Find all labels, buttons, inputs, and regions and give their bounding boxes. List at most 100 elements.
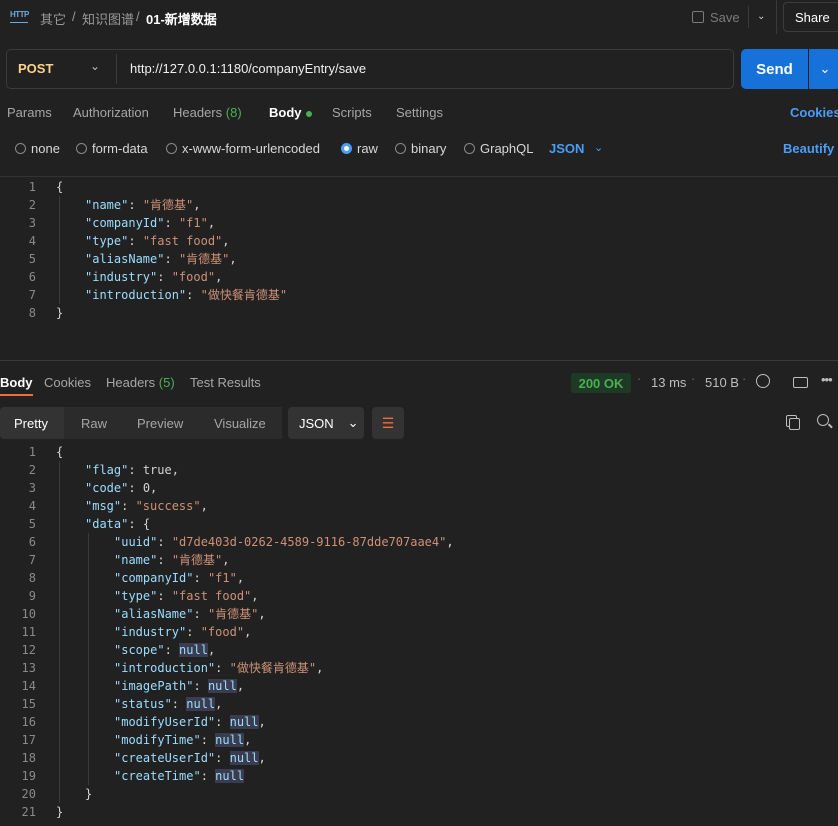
json-key: "modifyTime" [114,733,201,747]
json-value: "做快餐肯德基" [200,288,288,302]
radio-circle-icon [15,143,26,154]
line-number: 4 [28,234,36,248]
response-tab-headers[interactable]: Headers (5) [106,375,175,390]
send-button-label: Send [756,60,793,78]
line-number: 9 [28,589,36,603]
radio-graphql[interactable]: GraphQL [464,141,533,156]
json-comma: , [222,234,230,248]
url-input[interactable]: http://127.0.0.1:1180/companyEntry/save [130,61,366,76]
body-format-select[interactable]: JSON [549,141,584,156]
save-options-chevron-icon[interactable]: ⌄ [757,11,765,22]
wrap-lines-icon[interactable]: ☰ [372,407,404,439]
body-active-dot-icon [305,110,312,117]
tab-headers-label: Headers [173,105,223,120]
line-number: 5 [28,517,36,531]
more-options-icon[interactable]: ••• [821,372,833,387]
code-text: "modifyTime": null, [114,731,251,749]
json-comma: , [200,499,208,513]
radio-urlencoded[interactable]: x-www-form-urlencoded [166,141,320,156]
method-chevron-down-icon[interactable]: ⌄ [90,59,100,73]
divider [776,0,777,34]
line-number: 16 [21,715,36,729]
separator-dot: · [691,371,696,386]
json-colon: : [164,216,179,230]
tab-scripts[interactable]: Scripts [332,105,372,120]
save-response-icon[interactable] [793,377,808,388]
code-text: "code": 0, [85,479,157,497]
response-tab-cookies[interactable]: Cookies [44,375,91,390]
tab-settings[interactable]: Settings [396,105,443,120]
json-brace: { [56,180,64,194]
response-format-label: JSON [299,415,334,431]
json-colon: : [215,661,230,675]
json-key: "type" [114,589,158,603]
line-number: 21 [21,805,36,819]
globe-icon[interactable] [756,374,770,388]
send-button[interactable]: Send [741,49,808,89]
json-comma: , [207,643,216,657]
view-visualize[interactable]: Visualize [200,407,280,439]
response-tab-body[interactable]: Body [0,375,33,396]
response-tab-test-results[interactable]: Test Results [190,375,261,390]
response-format-select[interactable]: JSON ⌄ [288,407,364,439]
body-format-chevron-down-icon[interactable]: ⌄ [594,141,603,154]
code-text: } [85,785,92,803]
radio-label: GraphQL [480,141,534,156]
view-preview[interactable]: Preview [123,407,197,439]
json-key: "introduction" [114,661,216,675]
json-key: "msg" [85,499,122,513]
radio-none[interactable]: none [15,141,60,156]
json-colon: : [186,288,201,302]
line-number: 8 [28,306,36,320]
json-comma: , [229,252,237,266]
breadcrumb-item-knowledge-graph[interactable]: 知识图谱 [82,9,134,28]
tab-headers[interactable]: Headers (8) [173,105,242,120]
json-key: "companyId" [85,216,165,230]
breadcrumb-item-other[interactable]: 其它 [40,9,66,28]
code-text: "aliasName": "肯德基", [85,250,237,268]
view-raw[interactable]: Raw [67,407,121,439]
json-colon: : [157,535,172,549]
separator-dot: · [742,371,747,386]
json-key: "name" [114,553,158,567]
code-text: "industry": "food", [85,268,222,286]
method-select[interactable]: POST [18,61,53,76]
json-colon: : [157,270,172,284]
json-colon: : [193,679,208,693]
json-comma: , [316,661,324,675]
json-key: "flag" [85,463,129,477]
response-body-viewer[interactable]: 1 {2 "flag": true, 3 "code": 0, 4 "msg": "succ… [0,443,838,826]
view-pretty[interactable]: Pretty [0,407,64,439]
response-size[interactable]: 510 B [705,375,739,390]
code-text: "imagePath": null, [114,677,244,695]
json-comma: , [215,697,223,711]
response-time[interactable]: 13 ms [651,375,686,390]
radio-binary[interactable]: binary [395,141,446,156]
share-button[interactable]: Share [783,2,838,32]
code-text: "msg": "success", [85,497,208,515]
request-body-editor[interactable]: 1 {2 "name": "肯德基", 3 "companyId": "f1", 4 "ty… [0,178,838,328]
status-badge[interactable]: 200 OK [571,373,631,393]
cookies-link[interactable]: Cookies [790,105,838,120]
tab-params[interactable]: Params [7,105,52,120]
json-colon: : [193,607,208,621]
json-key: "industry" [114,625,187,639]
save-button[interactable]: Save [692,6,740,28]
radio-selected-icon [341,143,352,154]
response-headers-count-badge: (5) [158,375,175,390]
json-value: "fast food" [142,234,223,248]
tab-authorization[interactable]: Authorization [73,105,149,120]
radio-circle-icon [464,143,475,154]
radio-form-data[interactable]: form-data [76,141,148,156]
json-comma: , [251,589,259,603]
tab-body[interactable]: Body [269,105,312,120]
code-text: "aliasName": "肯德基", [114,605,266,623]
page-title[interactable]: 01-新增数据 [146,9,217,28]
pane-divider[interactable] [0,360,838,361]
json-key: "scope" [114,643,165,657]
radio-raw[interactable]: raw [341,141,378,156]
send-options-chevron-icon[interactable]: ⌄ [809,49,838,89]
line-number: 11 [21,625,36,639]
beautify-button[interactable]: Beautify [783,141,834,156]
json-colon: : [121,499,136,513]
